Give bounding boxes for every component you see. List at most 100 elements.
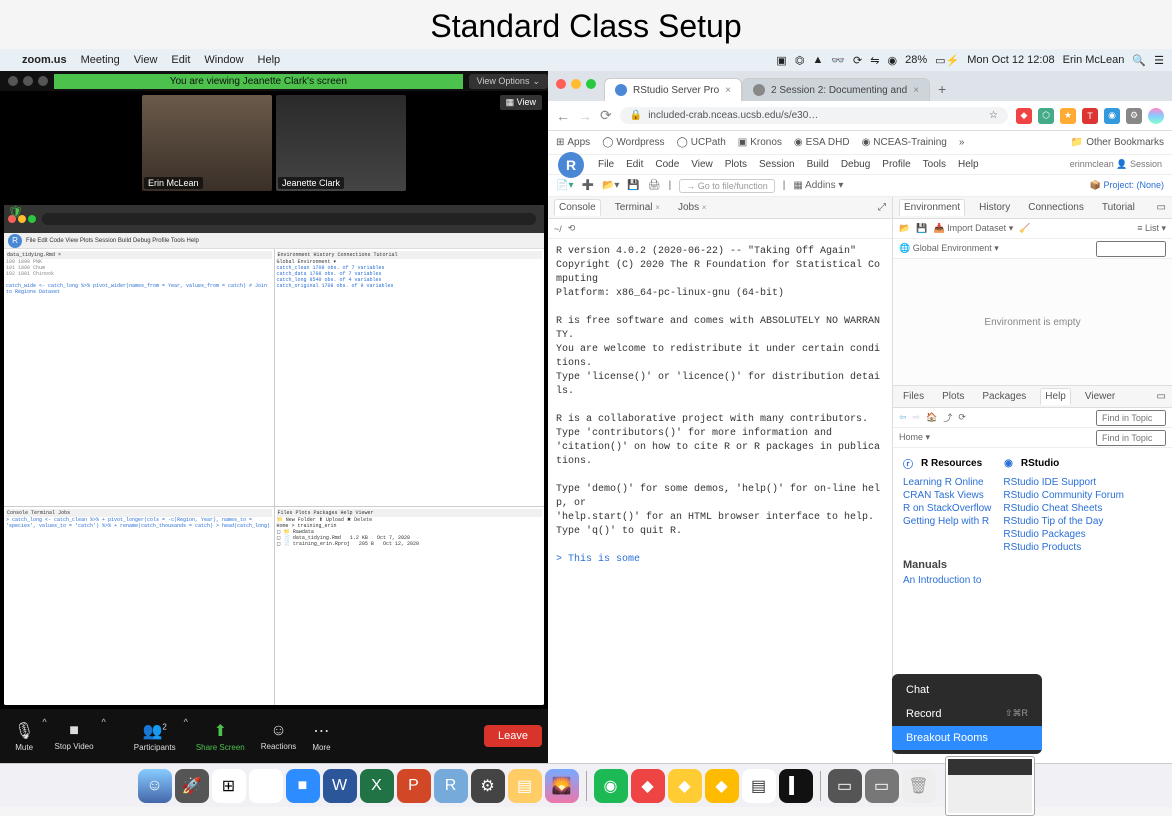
tab-plots[interactable]: Plots: [938, 389, 968, 404]
tab-packages[interactable]: Packages: [978, 389, 1030, 404]
back-button[interactable]: ←: [556, 108, 570, 124]
global-env-dropdown[interactable]: 🌐 Global Environment ▾: [899, 243, 999, 254]
help-home-icon[interactable]: 🏠: [926, 412, 937, 423]
menu-edit[interactable]: Edit: [171, 54, 190, 66]
app-name[interactable]: zoom.us: [22, 54, 67, 66]
profile-avatar[interactable]: [1148, 108, 1164, 124]
dock-stickies-icon[interactable]: ▤: [508, 769, 542, 803]
bookmark-item[interactable]: ◯ Wordpress: [602, 137, 664, 148]
video-caret[interactable]: ^: [102, 717, 106, 727]
help-link[interactable]: RStudio Packages: [1003, 529, 1124, 540]
goto-file-input[interactable]: → Go to file/function: [679, 179, 775, 193]
help-refresh-icon[interactable]: ⟳: [958, 412, 966, 423]
bluetooth-icon[interactable]: ⇋: [870, 54, 879, 67]
mute-button[interactable]: 🎙Mute: [6, 717, 42, 756]
help-back-icon[interactable]: ⇦: [899, 412, 907, 423]
menu-help[interactable]: Help: [258, 54, 281, 66]
other-bookmarks[interactable]: 📁 Other Bookmarks: [1071, 137, 1164, 148]
help-link[interactable]: RStudio Community Forum: [1003, 490, 1124, 501]
dock-powerpoint-icon[interactable]: P: [397, 769, 431, 803]
help-topic-search[interactable]: [1096, 430, 1166, 446]
pane-controls-icon[interactable]: ▭: [1157, 391, 1166, 402]
bookmark-item[interactable]: ◯ UCPath: [677, 137, 726, 148]
browser-traffic-lights[interactable]: [556, 79, 596, 89]
ext-icon[interactable]: T: [1082, 108, 1098, 124]
forward-button[interactable]: →: [578, 108, 592, 124]
datetime[interactable]: Mon Oct 12 12:08: [967, 54, 1054, 66]
bookmark-item[interactable]: ▣ Kronos: [738, 137, 782, 148]
encryption-shield-icon[interactable]: 🛡: [8, 205, 23, 219]
save-workspace-icon[interactable]: 💾: [916, 223, 927, 234]
ext-icon[interactable]: ⬡: [1038, 108, 1054, 124]
help-breadcrumb[interactable]: Home ▾: [899, 432, 930, 443]
stop-video-button[interactable]: ■Stop Video: [47, 718, 102, 755]
dock-zoom-icon[interactable]: ■: [286, 769, 320, 803]
control-center-icon[interactable]: ☰: [1154, 54, 1164, 67]
menu-meeting[interactable]: Meeting: [81, 54, 120, 66]
rs-menu-build[interactable]: Build: [807, 159, 829, 170]
tab-jobs[interactable]: Jobs ×: [674, 200, 711, 215]
close-tab-icon[interactable]: ×: [725, 85, 731, 96]
more-button[interactable]: ⋯More: [304, 717, 338, 756]
dock-photos-icon[interactable]: 🌄: [545, 769, 579, 803]
console-output[interactable]: R version 4.0.2 (2020-06-22) -- "Taking …: [548, 239, 892, 763]
video-tile-2[interactable]: Jeanette Clark: [276, 95, 406, 191]
apps-button[interactable]: ⊞ Apps: [556, 137, 590, 148]
dock-launchpad-icon[interactable]: 🚀: [175, 769, 209, 803]
help-link[interactable]: R on StackOverflow: [903, 503, 991, 514]
triangle-icon[interactable]: ▲: [812, 54, 823, 66]
view-mode-button[interactable]: ▦ View: [500, 95, 542, 110]
status-icon[interactable]: ⏣: [795, 54, 805, 67]
help-link[interactable]: An Introduction to: [903, 575, 981, 586]
dock-spotify-icon[interactable]: ◉: [594, 769, 628, 803]
save-icon[interactable]: 💾: [627, 180, 639, 191]
rs-menu-view[interactable]: View: [691, 159, 713, 170]
rs-menu-code[interactable]: Code: [655, 159, 679, 170]
rs-menu-debug[interactable]: Debug: [841, 159, 870, 170]
load-workspace-icon[interactable]: 📂: [899, 223, 910, 234]
share-screen-button[interactable]: ⬆Share Screen: [188, 717, 253, 756]
help-popout-icon[interactable]: ⤴: [943, 411, 952, 424]
tab-session2[interactable]: 2 Session 2: Documenting and×: [742, 78, 930, 101]
rs-menu-profile[interactable]: Profile: [882, 159, 910, 170]
dock-app-icon[interactable]: ◆: [668, 769, 702, 803]
video-tile-1[interactable]: Erin McLean: [142, 95, 272, 191]
tab-connections[interactable]: Connections: [1024, 200, 1088, 215]
dock-excel-icon[interactable]: X: [360, 769, 394, 803]
console-clear-icon[interactable]: ⟲: [568, 223, 576, 234]
dock-chrome-icon[interactable]: ◉: [249, 769, 283, 803]
tab-history[interactable]: History: [975, 200, 1014, 215]
participants-button[interactable]: 👥2Participants: [126, 717, 184, 756]
reload-button[interactable]: ⟳: [600, 107, 612, 124]
help-link[interactable]: Learning R Online: [903, 477, 991, 488]
tab-tutorial[interactable]: Tutorial: [1098, 200, 1139, 215]
more-chat[interactable]: Chat: [892, 678, 1042, 702]
rs-menu-file[interactable]: File: [598, 159, 614, 170]
reactions-button[interactable]: ☺Reactions: [253, 718, 305, 755]
dock-folder-icon[interactable]: ▭: [828, 769, 862, 803]
dock-notes-icon[interactable]: ▤: [742, 769, 776, 803]
import-dataset-button[interactable]: 📥 Import Dataset ▾: [933, 223, 1013, 234]
tab-terminal[interactable]: Terminal ×: [611, 200, 664, 215]
wifi-icon[interactable]: ◉: [887, 54, 897, 67]
close-tab-icon[interactable]: ×: [913, 85, 919, 96]
new-file-icon[interactable]: 📄▾: [556, 180, 573, 191]
help-link[interactable]: RStudio IDE Support: [1003, 477, 1124, 488]
ext-icon[interactable]: ★: [1060, 108, 1076, 124]
help-forward-icon[interactable]: ⇨: [913, 412, 921, 423]
user-icon[interactable]: 👤: [1116, 159, 1127, 169]
help-link[interactable]: RStudio Cheat Sheets: [1003, 503, 1124, 514]
tab-rstudio[interactable]: RStudio Server Pro×: [604, 78, 742, 101]
help-link[interactable]: Getting Help with R: [903, 516, 991, 527]
dock-rstudio-icon[interactable]: R: [434, 769, 468, 803]
rs-menu-help[interactable]: Help: [958, 159, 979, 170]
camera-icon[interactable]: ▣: [776, 54, 786, 67]
rs-menu-tools[interactable]: Tools: [923, 159, 946, 170]
extensions-puzzle-icon[interactable]: ⚙: [1126, 108, 1142, 124]
bookmark-item[interactable]: ◉ ESA DHD: [794, 137, 850, 148]
menu-view[interactable]: View: [134, 54, 158, 66]
dock-sketch-icon[interactable]: ◆: [705, 769, 739, 803]
dock-trash-icon[interactable]: 🗑: [902, 769, 936, 803]
broom-icon[interactable]: 🧹: [1019, 223, 1030, 234]
more-record[interactable]: Record⇧⌘R: [892, 702, 1042, 726]
